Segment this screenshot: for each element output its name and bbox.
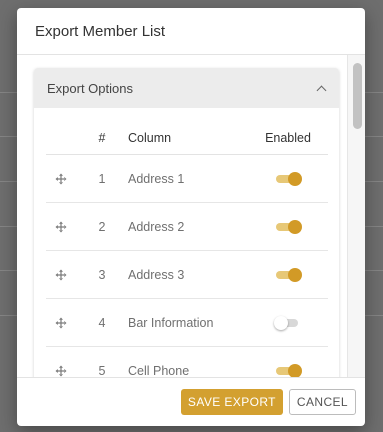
- enabled-toggle[interactable]: [274, 363, 302, 377]
- dialog-body[interactable]: Export Options # Column Enabled 1 Addres…: [17, 55, 365, 378]
- header-number: #: [98, 131, 106, 145]
- table-row: 2 Address 2: [46, 203, 328, 251]
- enabled-toggle[interactable]: [274, 315, 302, 330]
- drag-handle[interactable]: [46, 365, 76, 377]
- export-options-panel-header[interactable]: Export Options: [34, 68, 339, 108]
- chevron-up-icon[interactable]: [316, 85, 327, 95]
- scrollbar[interactable]: [347, 55, 365, 377]
- table-header: # Column Enabled: [46, 122, 328, 155]
- move-icon: [55, 221, 67, 232]
- drag-handle[interactable]: [46, 173, 76, 185]
- drag-handle[interactable]: [46, 221, 76, 233]
- move-icon: [55, 317, 67, 328]
- row-column-name: Cell Phone: [128, 363, 190, 378]
- scrollbar-thumb[interactable]: [353, 63, 362, 129]
- dialog-footer: SAVE EXPORT CANCEL: [17, 378, 365, 426]
- row-number: 1: [98, 171, 106, 186]
- enabled-toggle[interactable]: [274, 171, 302, 186]
- table-row: 5 Cell Phone: [46, 347, 328, 378]
- cancel-button[interactable]: CANCEL: [288, 389, 356, 415]
- columns-table: # Column Enabled 1 Address 1 2 Address 2…: [46, 122, 328, 378]
- row-number: 3: [98, 267, 106, 282]
- table-row: 3 Address 3: [46, 251, 328, 299]
- row-column-name: Address 2: [128, 219, 185, 234]
- panel-title: Export Options: [47, 80, 133, 96]
- save-export-button[interactable]: SAVE EXPORT: [180, 389, 283, 415]
- enabled-toggle[interactable]: [274, 219, 302, 234]
- table-row: 1 Address 1: [46, 155, 328, 203]
- export-options-panel: Export Options # Column Enabled 1 Addres…: [34, 68, 339, 378]
- table-row: 4 Bar Information: [46, 299, 328, 347]
- dialog-header: Export Member List: [17, 8, 365, 55]
- drag-handle[interactable]: [46, 317, 76, 329]
- row-column-name: Address 1: [128, 171, 185, 186]
- row-number: 5: [98, 363, 106, 378]
- header-column: Column: [128, 131, 172, 145]
- dialog-title: Export Member List: [35, 22, 166, 40]
- export-member-list-dialog: Export Member List Export Options # Colu…: [17, 8, 365, 426]
- row-column-name: Address 3: [128, 267, 185, 282]
- row-number: 4: [98, 315, 106, 330]
- move-icon: [55, 365, 67, 376]
- header-enabled: Enabled: [265, 131, 311, 145]
- row-column-name: Bar Information: [128, 315, 214, 330]
- move-icon: [55, 269, 67, 280]
- drag-handle[interactable]: [46, 269, 76, 281]
- row-number: 2: [98, 219, 106, 234]
- move-icon: [55, 173, 67, 184]
- enabled-toggle[interactable]: [274, 267, 302, 282]
